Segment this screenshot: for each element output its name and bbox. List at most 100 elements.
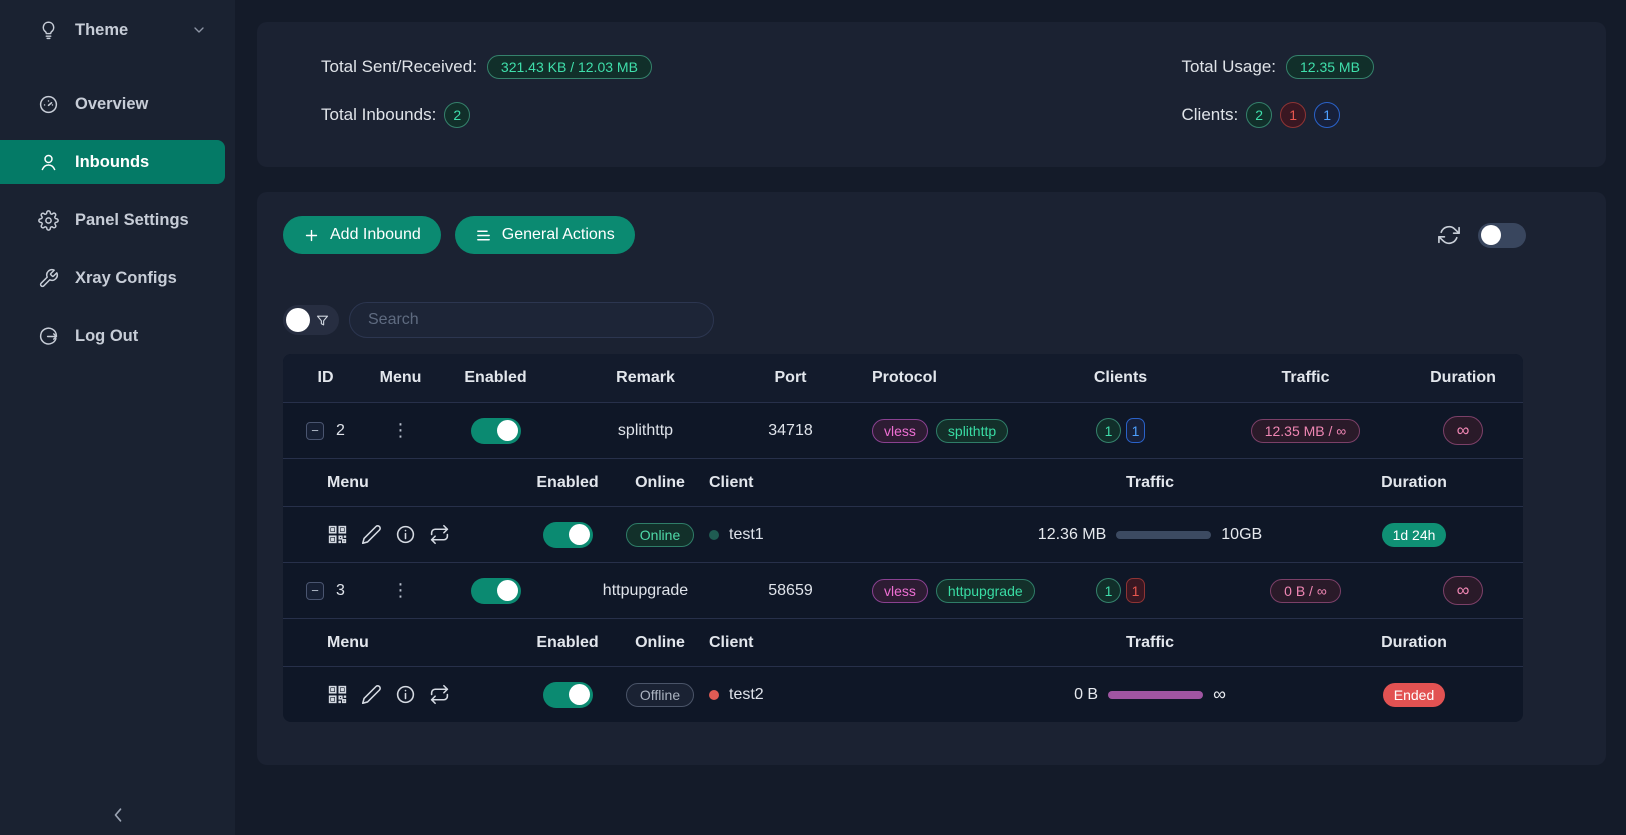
- add-inbound-button[interactable]: Add Inbound: [283, 216, 441, 254]
- sidebar-item-panel-settings[interactable]: Panel Settings: [0, 198, 225, 242]
- sidebar-item-overview[interactable]: Overview: [0, 82, 225, 126]
- sidebar-collapse-button[interactable]: [108, 805, 128, 825]
- qr-code-icon[interactable]: [327, 524, 348, 545]
- reset-traffic-icon[interactable]: [429, 684, 450, 705]
- client-status-dot: [709, 690, 719, 700]
- refresh-icon[interactable]: [1438, 224, 1460, 246]
- online-status-pill: Online: [626, 523, 694, 547]
- filter-funnel-icon: [315, 313, 330, 328]
- chevron-down-icon: [191, 22, 207, 38]
- inbound-port: 34718: [733, 422, 848, 440]
- header-remark: Remark: [558, 369, 733, 387]
- plus-icon: [303, 227, 320, 244]
- edit-pencil-icon[interactable]: [361, 684, 382, 705]
- collapse-row-button[interactable]: −: [306, 422, 324, 440]
- client-row: Offline test2 0 B ∞ Ended: [283, 666, 1523, 722]
- header-duration: Duration: [1403, 369, 1523, 387]
- sent-received-value: 321.43 KB / 12.03 MB: [487, 55, 652, 79]
- inbound-id: 2: [336, 422, 345, 440]
- info-icon[interactable]: [395, 524, 416, 545]
- add-inbound-label: Add Inbound: [330, 226, 421, 244]
- sidebar-item-theme[interactable]: Theme: [0, 8, 225, 52]
- client-duration-badge: Ended: [1383, 683, 1445, 707]
- client-enabled-toggle[interactable]: [543, 682, 593, 708]
- total-usage-value: 12.35 MB: [1286, 55, 1374, 79]
- toggle-knob: [569, 684, 590, 705]
- header-protocol: Protocol: [848, 369, 1033, 387]
- bulb-icon: [38, 20, 59, 41]
- subheader-online: Online: [615, 634, 705, 652]
- protocol-tag: vless: [872, 579, 928, 603]
- client-traffic-used: 0 B: [1074, 686, 1098, 704]
- client-name: test1: [729, 526, 764, 544]
- subheader-traffic: Traffic: [995, 634, 1305, 652]
- subheader-menu: Menu: [283, 634, 520, 652]
- header-traffic: Traffic: [1208, 369, 1403, 387]
- header-menu: Menu: [368, 369, 433, 387]
- subheader-menu: Menu: [283, 474, 520, 492]
- client-enabled-toggle[interactable]: [543, 522, 593, 548]
- clients-deactive-badge: 1: [1280, 102, 1306, 128]
- inbounds-table: ID Menu Enabled Remark Port Protocol Cli…: [283, 354, 1523, 722]
- menu-lines-icon: [475, 227, 492, 244]
- toggle-knob: [286, 308, 310, 332]
- total-inbounds-badge: 2: [444, 102, 470, 128]
- sidebar-item-label: Xray Configs: [75, 269, 177, 288]
- inbound-duration-pill: ∞: [1443, 416, 1484, 445]
- sidebar-item-label: Inbounds: [75, 153, 149, 172]
- subheader-duration: Duration: [1305, 634, 1523, 652]
- filter-toggle[interactable]: [283, 305, 339, 335]
- stat-clients: Clients: 2 1 1: [944, 100, 1567, 130]
- inbound-remark: splithttp: [558, 422, 733, 440]
- toolbar: Add Inbound General Actions: [283, 216, 1606, 254]
- inbound-enabled-toggle[interactable]: [471, 418, 521, 444]
- general-actions-button[interactable]: General Actions: [455, 216, 635, 254]
- stats-card: Total Sent/Received: 321.43 KB / 12.03 M…: [257, 22, 1606, 167]
- client-row: Online test1 12.36 MB 10GB 1d 24h: [283, 506, 1523, 562]
- reset-traffic-icon[interactable]: [429, 524, 450, 545]
- row-menu-button[interactable]: ⋮: [392, 580, 410, 601]
- stat-total-inbounds: Total Inbounds: 2: [321, 100, 944, 130]
- transport-tag: httpupgrade: [936, 579, 1035, 603]
- sidebar-item-log-out[interactable]: Log Out: [0, 314, 225, 358]
- stat-label: Total Sent/Received:: [321, 57, 477, 77]
- client-traffic-total: ∞: [1213, 684, 1226, 705]
- online-status-pill: Offline: [626, 683, 694, 707]
- inbound-port: 58659: [733, 582, 848, 600]
- sidebar-item-label: Log Out: [75, 327, 138, 346]
- user-icon: [38, 152, 59, 173]
- search-input[interactable]: [349, 302, 714, 338]
- client-online-badge: 1: [1126, 418, 1145, 443]
- subheader-client: Client: [705, 634, 995, 652]
- protocol-tag: vless: [872, 419, 928, 443]
- auto-refresh-toggle[interactable]: [1478, 223, 1526, 248]
- inbound-row: − 3 ⋮ httpupgrade 58659 vless httpupgrad…: [283, 562, 1523, 618]
- subheader-enabled: Enabled: [520, 474, 615, 492]
- qr-code-icon[interactable]: [327, 684, 348, 705]
- traffic-progress-bar: [1116, 531, 1211, 539]
- stat-label: Total Inbounds:: [321, 105, 436, 125]
- sidebar: Theme Overview Inbounds Panel Settings X…: [0, 0, 235, 835]
- sidebar-item-inbounds[interactable]: Inbounds: [0, 140, 225, 184]
- client-count-badge: 1: [1096, 418, 1121, 443]
- inbound-duration-pill: ∞: [1443, 576, 1484, 605]
- collapse-row-button[interactable]: −: [306, 582, 324, 600]
- stat-label: Clients:: [1182, 105, 1239, 125]
- client-status-dot: [709, 530, 719, 540]
- sidebar-item-label: Panel Settings: [75, 211, 189, 230]
- row-menu-button[interactable]: ⋮: [392, 420, 410, 441]
- sidebar-item-xray-configs[interactable]: Xray Configs: [0, 256, 225, 300]
- toggle-knob: [569, 524, 590, 545]
- edit-pencil-icon[interactable]: [361, 524, 382, 545]
- info-icon[interactable]: [395, 684, 416, 705]
- search-row: [283, 302, 1606, 338]
- client-traffic-total: 10GB: [1221, 526, 1262, 544]
- toggle-knob: [1481, 225, 1501, 245]
- clients-online-badge: 1: [1314, 102, 1340, 128]
- toggle-knob: [497, 420, 518, 441]
- header-port: Port: [733, 369, 848, 387]
- client-header-row: Menu Enabled Online Client Traffic Durat…: [283, 618, 1523, 666]
- main-content: Total Sent/Received: 321.43 KB / 12.03 M…: [235, 0, 1626, 835]
- client-traffic-used: 12.36 MB: [1038, 526, 1106, 544]
- inbound-enabled-toggle[interactable]: [471, 578, 521, 604]
